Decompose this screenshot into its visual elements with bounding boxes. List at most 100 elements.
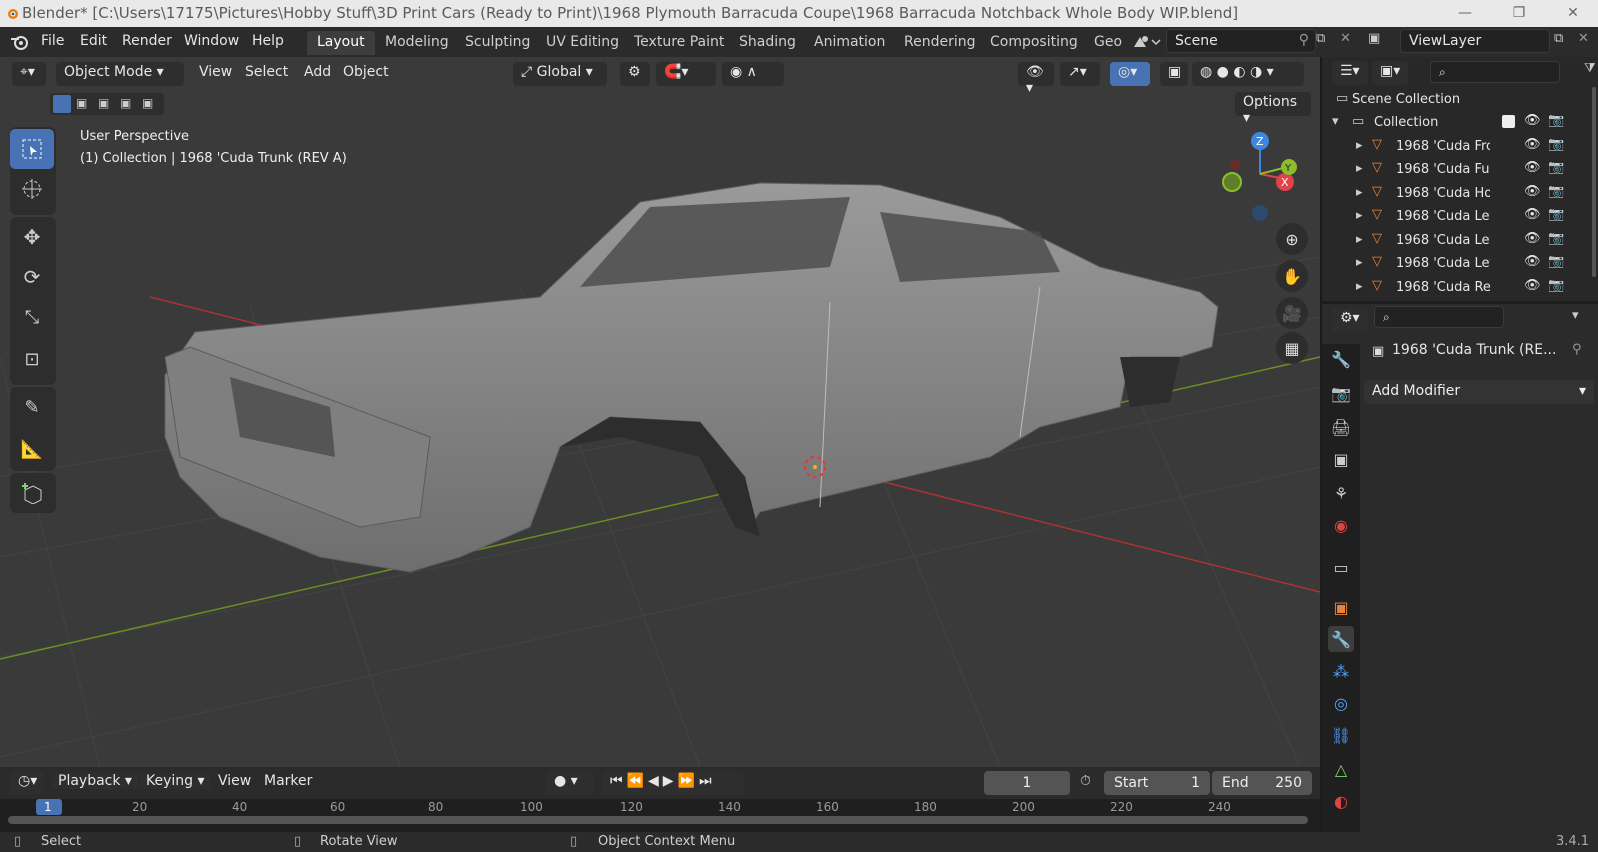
visibility-eye-icon[interactable]: 👁	[1524, 231, 1541, 246]
outliner-item[interactable]: ▸ ▽ 1968 'Cuda Lef 👁 📷	[1322, 253, 1598, 276]
timeline-editor-type-icon[interactable]: ◷▾	[10, 771, 44, 795]
constraints-tab-icon[interactable]: ⛓	[1328, 722, 1354, 748]
measure-tool-icon[interactable]: 📐	[10, 429, 54, 469]
tab-shading[interactable]: Shading	[729, 31, 806, 55]
frame-ruler[interactable]: 1 20 40 60 80 100 120 140 160 180 200 22…	[0, 799, 1320, 832]
visibility-eye-icon[interactable]: 👁	[1524, 278, 1541, 293]
camera-view-icon[interactable]: 🎥	[1276, 297, 1308, 329]
particles-tab-icon[interactable]: ⁂	[1328, 658, 1354, 684]
tab-modeling[interactable]: Modeling	[375, 31, 459, 55]
render-camera-icon[interactable]: 📷	[1548, 113, 1564, 128]
options-dropdown[interactable]: Options ▾	[1235, 92, 1311, 126]
expand-arrow-icon[interactable]: ▸	[1356, 232, 1363, 247]
scene-name-field[interactable]: Scene ⚲	[1166, 29, 1316, 53]
visibility-eye-icon[interactable]: 👁	[1524, 184, 1541, 199]
collection-checkbox[interactable]	[1502, 115, 1515, 128]
world-tab-icon[interactable]: ◉	[1328, 512, 1354, 538]
outliner-item[interactable]: ▸ ▽ 1968 'Cuda Fro 👁 📷	[1322, 136, 1598, 159]
viewlayer-name-field[interactable]: ViewLayer	[1400, 29, 1550, 53]
zoom-icon[interactable]: ⊕	[1276, 223, 1308, 255]
expand-arrow-icon[interactable]: ▾	[1332, 114, 1339, 129]
marker-menu[interactable]: Marker	[264, 773, 312, 789]
navigation-gizmo[interactable]: Z X Y	[1205, 129, 1300, 224]
object-tab-icon[interactable]: ▣	[1328, 594, 1354, 620]
expand-arrow-icon[interactable]: ▸	[1356, 138, 1363, 153]
pivot-icon[interactable]: ⚙	[620, 62, 650, 86]
auto-keying-icon[interactable]: ● ▾	[546, 771, 594, 795]
expand-arrow-icon[interactable]: ▸	[1356, 255, 1363, 270]
menu-render[interactable]: Render	[122, 33, 172, 49]
menu-window[interactable]: Window	[184, 33, 239, 49]
gizmo-toggle-icon[interactable]: ↗▾	[1060, 62, 1100, 86]
proportional-edit-icon[interactable]: ◉ ∧	[722, 62, 784, 86]
modifier-tab-icon[interactable]: 🔧	[1328, 626, 1354, 652]
menu-select[interactable]: Select	[245, 64, 288, 80]
tab-rendering[interactable]: Rendering	[894, 31, 986, 55]
object-mode-dropdown[interactable]: Object Mode ▾	[56, 62, 184, 86]
outliner-item[interactable]: ▸ ▽ 1968 'Cuda Ho 👁 📷	[1322, 183, 1598, 206]
transform-orientation-dropdown[interactable]: ⤢ Global ▾	[513, 62, 607, 86]
properties-options-icon[interactable]: ▾	[1572, 308, 1579, 323]
new-viewlayer-icon[interactable]: ⧉	[1554, 31, 1563, 46]
delete-scene-icon[interactable]: ✕	[1340, 31, 1351, 46]
render-camera-icon[interactable]: 📷	[1548, 184, 1564, 199]
menu-file[interactable]: File	[41, 33, 64, 49]
render-camera-icon[interactable]: 📷	[1548, 278, 1564, 293]
new-scene-icon[interactable]: ⧉	[1316, 31, 1325, 46]
visibility-eye-icon[interactable]: 👁	[1524, 254, 1541, 269]
expand-arrow-icon[interactable]: ▸	[1356, 161, 1363, 176]
visibility-eye-icon[interactable]: 👁	[1524, 160, 1541, 175]
pan-hand-icon[interactable]: ✋	[1276, 260, 1308, 292]
output-tab-icon[interactable]: 🖨	[1328, 414, 1354, 440]
preview-range-icon[interactable]: ⏱	[1080, 773, 1091, 789]
delete-viewlayer-icon[interactable]: ✕	[1578, 31, 1589, 46]
minimize-button[interactable]: —	[1442, 2, 1488, 24]
outliner-search-input[interactable]: ⌕	[1430, 61, 1560, 83]
view-layer-tab-icon[interactable]: ▣	[1328, 446, 1354, 472]
collection-tab-icon[interactable]: ▭	[1328, 554, 1354, 580]
3d-viewport[interactable]: ⌖▾ Object Mode ▾ View Select Add Object …	[0, 57, 1320, 767]
transform-tool-icon[interactable]: ⊡	[10, 339, 54, 379]
properties-editor-type-icon[interactable]: ⚙▾	[1332, 308, 1368, 332]
keying-menu[interactable]: Keying ▾	[140, 773, 211, 789]
expand-arrow-icon[interactable]: ▸	[1356, 279, 1363, 294]
timeline-view-menu[interactable]: View	[218, 773, 251, 789]
scene-collection-row[interactable]: ▭ Scene Collection	[1322, 89, 1598, 112]
outliner-item[interactable]: ▸ ▽ 1968 'Cuda Lef 👁 📷	[1322, 230, 1598, 253]
close-button[interactable]: ✕	[1550, 2, 1596, 24]
scale-tool-icon[interactable]: ⤡	[10, 297, 54, 337]
visibility-eye-icon[interactable]: 👁	[1524, 137, 1541, 152]
shading-mode-icons[interactable]: ◍ ● ◐ ◑ ▾	[1192, 62, 1304, 86]
menu-edit[interactable]: Edit	[80, 33, 107, 49]
xray-toggle-icon[interactable]: ▣	[1160, 62, 1188, 86]
outliner-editor-type-icon[interactable]: ☰▾	[1332, 61, 1368, 85]
outliner-scrollbar[interactable]	[1592, 87, 1596, 277]
data-tab-icon[interactable]: △	[1328, 756, 1354, 782]
render-tab-icon[interactable]: 📷	[1328, 380, 1354, 406]
select-intersect-icon[interactable]: ▣	[142, 96, 153, 110]
ortho-toggle-icon[interactable]: ▦	[1276, 332, 1308, 364]
render-camera-icon[interactable]: 📷	[1548, 254, 1564, 269]
tab-uv-editing[interactable]: UV Editing	[536, 31, 629, 55]
menu-object[interactable]: Object	[343, 64, 389, 80]
outliner-item[interactable]: ▸ ▽ 1968 'Cuda Lef 👁 📷	[1322, 206, 1598, 229]
rotate-tool-icon[interactable]: ⟳	[10, 257, 54, 297]
end-frame-field[interactable]: End 250	[1212, 771, 1312, 795]
start-frame-field[interactable]: Start 1	[1104, 771, 1210, 795]
render-camera-icon[interactable]: 📷	[1548, 231, 1564, 246]
snap-icon[interactable]: 🧲▾	[656, 62, 716, 86]
editor-type-icon[interactable]: ⌖▾	[12, 62, 46, 86]
render-camera-icon[interactable]: 📷	[1548, 160, 1564, 175]
tab-layout[interactable]: Layout	[307, 31, 375, 55]
display-mode-icon[interactable]: ▣▾	[1372, 61, 1408, 85]
outliner-item[interactable]: ▸ ▽ 1968 'Cuda Re 👁 📷	[1322, 277, 1598, 297]
select-box-tool-icon[interactable]	[10, 129, 54, 169]
maximize-button[interactable]: ❐	[1496, 2, 1542, 24]
render-camera-icon[interactable]: 📷	[1548, 137, 1564, 152]
collection-row[interactable]: ▾ ▭ Collection 👁 📷	[1322, 112, 1598, 135]
viewlayer-icon[interactable]: ▣	[1368, 31, 1380, 46]
menu-view[interactable]: View	[199, 64, 232, 80]
add-modifier-dropdown[interactable]: Add Modifier ▾	[1364, 380, 1594, 404]
select-invert-icon[interactable]: ▣	[120, 96, 131, 110]
scene-selector-icon[interactable]	[1132, 33, 1162, 51]
